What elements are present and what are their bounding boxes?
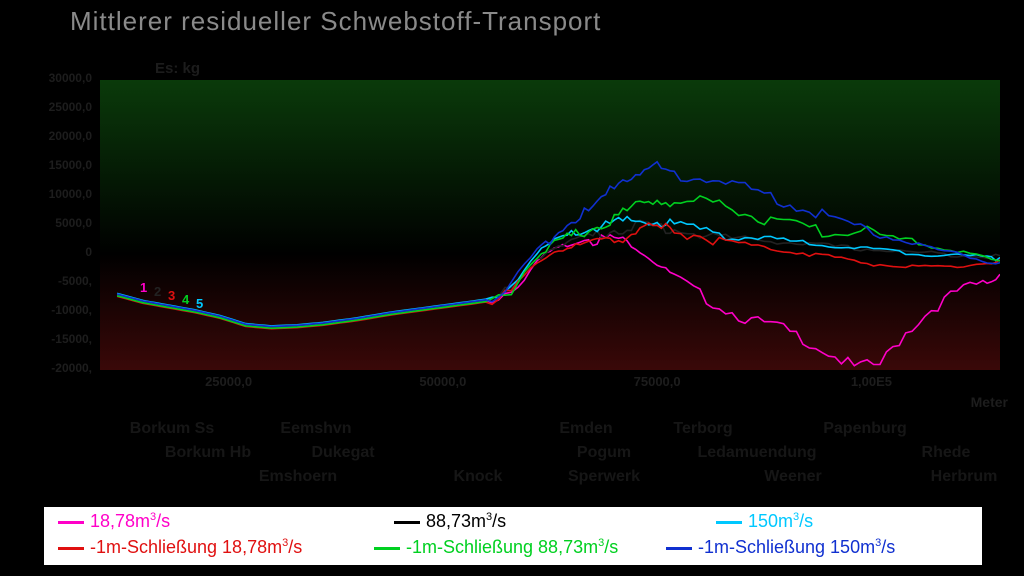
y-tick: 15000,0: [20, 158, 92, 172]
y-tick: 20000,0: [20, 129, 92, 143]
y-tick: -10000,: [20, 303, 92, 317]
city-label: Borkum Hb: [165, 444, 251, 462]
series-start-label: 5: [196, 296, 203, 311]
x-tick: 25000,0: [205, 374, 252, 389]
legend-label: -1m-Schließung 18,78m3/s: [90, 537, 302, 557]
city-label: Eemshvn: [280, 420, 351, 438]
legend-swatch: [58, 547, 84, 550]
legend-entry: -1m-Schließung 88,73m3/s: [374, 537, 618, 558]
legend-label: 18,78m3/s: [90, 511, 170, 531]
y-tick: 5000,0: [20, 216, 92, 230]
y-tick: 25000,0: [20, 100, 92, 114]
y-tick: -15000,: [20, 332, 92, 346]
x-tick: 1,00E5: [851, 374, 892, 389]
legend-swatch: [394, 521, 420, 524]
legend-swatch: [374, 547, 400, 550]
legend-swatch: [716, 521, 742, 524]
city-label: Pogum: [577, 444, 631, 462]
series-start-label: 3: [168, 288, 175, 303]
y-tick: 0: [20, 245, 92, 259]
series-start-label: 1: [140, 280, 147, 295]
city-label: Dukegat: [311, 444, 374, 462]
legend-entry: 18,78m3/s: [58, 511, 170, 532]
x-tick: 75000,0: [634, 374, 681, 389]
line-chart-svg: [100, 80, 1000, 370]
series-start-label: 4: [182, 292, 189, 307]
legend-entry: 150m3/s: [716, 511, 813, 532]
legend-label: -1m-Schließung 150m3/s: [698, 537, 895, 557]
legend-entry: 88,73m3/s: [394, 511, 506, 532]
x-axis-label: Meter: [971, 394, 1008, 410]
legend-entry: -1m-Schließung 18,78m3/s: [58, 537, 302, 558]
y-tick: 10000,0: [20, 187, 92, 201]
y-tick: -5000,: [20, 274, 92, 288]
y-tick: 30000,0: [20, 71, 92, 85]
y-unit-label: Es: kg: [155, 60, 200, 77]
city-label: Herbrum: [931, 468, 998, 486]
city-label: Borkum Ss: [130, 420, 214, 438]
y-tick: -20000,: [20, 361, 92, 375]
legend: 18,78m3/s 88,73m3/s 150m3/s -1m-Schließung …: [43, 506, 983, 566]
city-label: Sperwerk: [568, 468, 640, 486]
legend-entry: -1m-Schließung 150m3/s: [666, 537, 895, 558]
city-label: Weener: [764, 468, 822, 486]
city-label: Rhede: [922, 444, 971, 462]
legend-swatch: [666, 547, 692, 550]
city-label: Ledamuendung: [697, 444, 816, 462]
legend-swatch: [58, 521, 84, 524]
plot-area: [100, 80, 1000, 370]
chart-title: Mittlerer residueller Schwebstoff-Transp…: [70, 6, 601, 37]
series-start-label: 2: [154, 284, 161, 299]
x-tick: 50000,0: [419, 374, 466, 389]
city-label: Terborg: [673, 420, 732, 438]
city-label: Knock: [454, 468, 503, 486]
city-label: Emden: [559, 420, 612, 438]
city-label: Emshoern: [259, 468, 337, 486]
city-label: Papenburg: [823, 420, 907, 438]
legend-label: 88,73m3/s: [426, 511, 506, 531]
legend-label: 150m3/s: [748, 511, 813, 531]
legend-label: -1m-Schließung 88,73m3/s: [406, 537, 618, 557]
